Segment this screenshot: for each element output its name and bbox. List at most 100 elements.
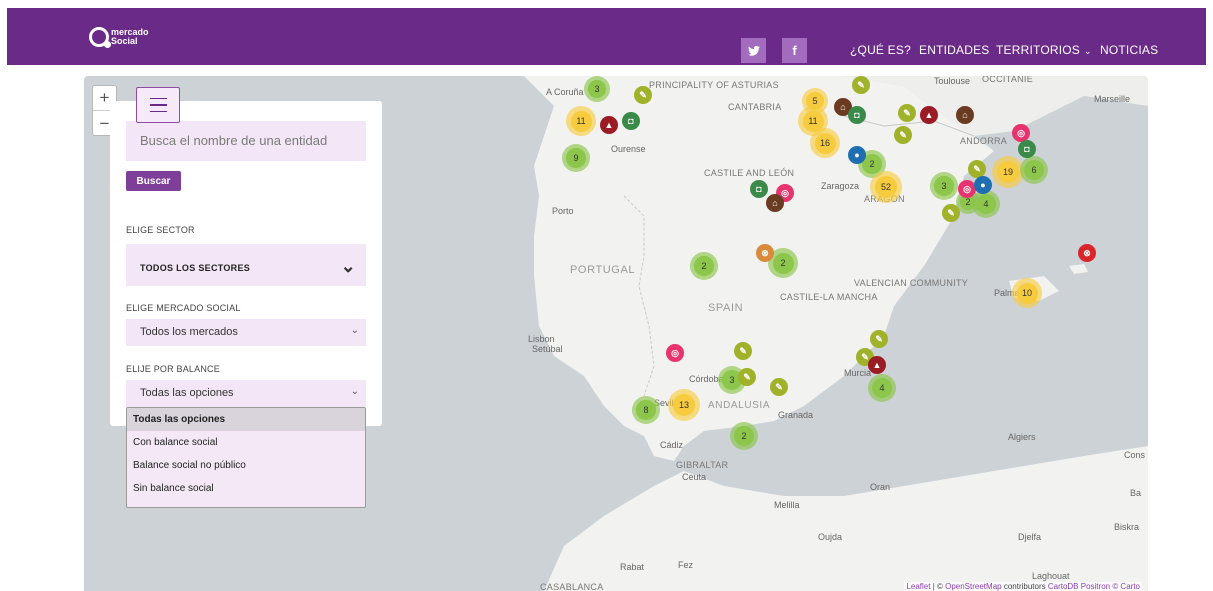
- search-input[interactable]: Busca el nombre de una entidad: [126, 121, 366, 161]
- menu-toggle-button[interactable]: [136, 87, 180, 123]
- logo-text-line2: Social: [111, 36, 138, 46]
- balance-option[interactable]: Balance social no público: [127, 454, 365, 477]
- label-ba: Ba: [1130, 488, 1142, 498]
- label-murcia: Murcia: [844, 368, 872, 378]
- label-algiers: Algiers: [1008, 432, 1036, 442]
- pencil-icon[interactable]: ✎: [852, 76, 870, 94]
- cluster-marker[interactable]: 16: [810, 128, 840, 158]
- label-spain: SPAIN: [708, 302, 744, 314]
- label-castile: CASTILE AND LEÓN: [704, 168, 795, 178]
- cluster-marker[interactable]: 5: [802, 88, 828, 114]
- sector-select[interactable]: TODOS LOS SECTORES ⌄: [126, 244, 366, 286]
- nav-noticias[interactable]: NOTICIAS: [1100, 43, 1158, 57]
- pencil-icon[interactable]: ✎: [942, 204, 960, 222]
- twitter-icon[interactable]: [741, 38, 766, 63]
- cluster-marker[interactable]: 4: [868, 374, 896, 402]
- cluster-marker[interactable]: 4: [972, 190, 1000, 218]
- cluster-marker[interactable]: 3: [584, 76, 610, 102]
- balance-select[interactable]: Todas las opciones ⌄: [126, 380, 366, 407]
- cluster-marker[interactable]: 2: [730, 422, 758, 450]
- label-laghouat: Laghouat: [1032, 571, 1070, 581]
- map-attribution: Leaflet | © OpenStreetMap contributors C…: [904, 582, 1142, 591]
- chat-icon[interactable]: ●: [974, 176, 992, 194]
- pencil-icon[interactable]: ✎: [870, 330, 888, 348]
- label-portugal: PORTUGAL: [570, 264, 636, 276]
- camera-icon[interactable]: ◘: [1018, 140, 1036, 158]
- label-cons: Cons: [1124, 450, 1146, 460]
- cluster-marker[interactable]: 9: [562, 144, 590, 172]
- label-melilla: Melilla: [774, 500, 800, 510]
- balance-label: ELIJE POR BALANCE: [126, 364, 220, 374]
- label-andalusia: ANDALUSIA: [708, 400, 771, 411]
- camera-icon[interactable]: ◘: [750, 180, 768, 198]
- cluster-marker[interactable]: 6: [1020, 156, 1048, 184]
- top-navbar: mercado Social f ¿QUÉ ES? ENTIDADES TERR…: [7, 8, 1206, 65]
- cluster-marker[interactable]: 52: [870, 171, 902, 203]
- pencil-icon[interactable]: ✎: [634, 86, 652, 104]
- pencil-icon[interactable]: ✎: [738, 368, 756, 386]
- mercado-value: Todos los mercados: [140, 326, 238, 338]
- camera-icon[interactable]: ◘: [848, 106, 866, 124]
- balance-dropdown-list: Todas las opciones Con balance social Ba…: [126, 407, 366, 508]
- label-oujda: Oujda: [818, 532, 843, 542]
- pencil-icon[interactable]: ✎: [734, 342, 752, 360]
- cluster-marker[interactable]: 10: [1012, 278, 1042, 308]
- osm-link[interactable]: OpenStreetMap: [945, 582, 1001, 591]
- camera-icon[interactable]: ◘: [622, 112, 640, 130]
- graduation-cap-icon[interactable]: ▲: [920, 106, 938, 124]
- graduation-cap-icon[interactable]: ▲: [600, 116, 618, 134]
- facebook-icon[interactable]: f: [782, 38, 807, 63]
- cluster-marker[interactable]: 3: [930, 172, 958, 200]
- mercado-select[interactable]: Todos los mercados ⌄: [126, 319, 366, 346]
- label-rabat: Rabat: [620, 562, 645, 572]
- balance-option[interactable]: Con balance social: [127, 431, 365, 454]
- nav-territorios[interactable]: TERRITORIOS ⌄: [996, 43, 1092, 57]
- label-setubal: Setúbal: [532, 344, 563, 354]
- label-ceuta: Ceuta: [682, 472, 707, 482]
- sector-value: TODOS LOS SECTORES: [140, 263, 251, 273]
- chevron-down-icon: ⌄: [350, 386, 359, 397]
- house-icon[interactable]: ⌂: [956, 106, 974, 124]
- label-granada: Granada: [778, 410, 814, 420]
- cluster-marker[interactable]: 11: [566, 106, 596, 136]
- label-oran: Oran: [870, 482, 891, 492]
- hamburger-icon: [149, 97, 167, 100]
- leaflet-link[interactable]: Leaflet: [906, 582, 930, 591]
- label-porto: Porto: [552, 206, 574, 216]
- label-asturias: PRINCIPALITY OF ASTURIAS: [649, 80, 779, 90]
- label-casablanca: CASABLANCA: [540, 582, 604, 591]
- pencil-icon[interactable]: ✎: [770, 378, 788, 396]
- bicycle-icon[interactable]: ⊗: [756, 244, 774, 262]
- label-fez: Fez: [678, 560, 694, 570]
- carto-link[interactable]: CartoDB Positron © Carto: [1048, 582, 1140, 591]
- balance-option[interactable]: Sin balance social: [127, 477, 365, 500]
- label-valencian: VALENCIAN COMMUNITY: [854, 278, 969, 288]
- chat-icon[interactable]: ●: [848, 146, 866, 164]
- label-occitanie: OCCITANIE: [982, 76, 1034, 84]
- graduation-cap-icon[interactable]: ▲: [868, 356, 886, 374]
- house-icon[interactable]: ⌂: [766, 194, 784, 212]
- bicycle-icon[interactable]: ⊗: [1078, 244, 1096, 262]
- cluster-marker[interactable]: 13: [668, 389, 700, 421]
- balance-option[interactable]: Todas las opciones: [127, 408, 365, 431]
- label-zaragoza: Zaragoza: [821, 181, 860, 191]
- search-button[interactable]: Buscar: [126, 171, 181, 191]
- logo-icon: [89, 27, 111, 48]
- pencil-icon[interactable]: ✎: [898, 104, 916, 122]
- nav-que-es[interactable]: ¿QUÉ ES?: [850, 43, 911, 57]
- label-castile-la-mancha: CASTILE-LA MANCHA: [780, 292, 878, 302]
- nav-entidades[interactable]: ENTIDADES: [919, 43, 989, 57]
- chevron-down-icon: ⌄: [350, 325, 359, 336]
- label-ourense: Ourense: [611, 144, 646, 154]
- pencil-icon[interactable]: ✎: [894, 126, 912, 144]
- cycle-icon[interactable]: ◎: [666, 344, 684, 362]
- map[interactable]: A Coruña PRINCIPALITY OF ASTURIAS CANTAB…: [84, 76, 1148, 591]
- mercado-label: ELIGE MERCADO SOCIAL: [126, 303, 241, 313]
- label-andorra: ANDORRA: [960, 136, 1008, 146]
- cluster-marker[interactable]: 8: [632, 396, 660, 424]
- label-lisbon: Lisbon: [528, 334, 555, 344]
- label-toulouse: Toulouse: [934, 76, 971, 86]
- cluster-marker[interactable]: 2: [690, 252, 718, 280]
- balance-value: Todas las opciones: [140, 387, 234, 399]
- logo[interactable]: mercado Social: [89, 24, 169, 50]
